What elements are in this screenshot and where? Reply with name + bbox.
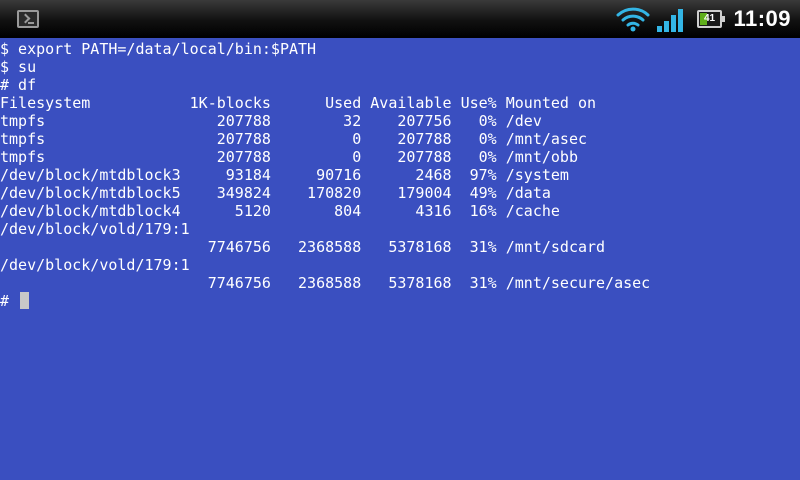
- terminal-line: 7746756 2368588 5378168 31% /mnt/secure/…: [0, 274, 651, 292]
- battery-level: 41: [703, 13, 716, 24]
- clock: 11:09: [733, 6, 791, 31]
- wifi-icon: [616, 7, 650, 32]
- terminal-line: tmpfs 207788 0 207788 0% /mnt/obb: [0, 148, 578, 166]
- terminal-line: tmpfs 207788 32 207756 0% /dev: [0, 112, 542, 130]
- text-cursor: [20, 292, 30, 309]
- terminal-line: Filesystem 1K-blocks Used Available Use%…: [0, 94, 597, 112]
- terminal-line: $ export PATH=/data/local/bin:$PATH: [0, 40, 317, 58]
- terminal-output[interactable]: $ export PATH=/data/local/bin:$PATH $ su…: [0, 40, 800, 480]
- signal-icon: [657, 9, 683, 32]
- terminal-line: # df: [0, 76, 37, 94]
- terminal-icon[interactable]: [17, 10, 39, 28]
- terminal-line: /dev/block/vold/179:1: [0, 256, 190, 274]
- battery-icon: 41: [697, 10, 725, 28]
- prompt: #: [0, 292, 19, 310]
- terminal-line: /dev/block/mtdblock3 93184 90716 2468 97…: [0, 166, 569, 184]
- status-bar: 41 11:09: [0, 0, 800, 38]
- terminal-line: 7746756 2368588 5378168 31% /mnt/sdcard: [0, 238, 606, 256]
- terminal-line: /dev/block/mtdblock4 5120 804 4316 16% /…: [0, 202, 560, 220]
- terminal-line: tmpfs 207788 0 207788 0% /mnt/asec: [0, 130, 587, 148]
- terminal-line: /dev/block/vold/179:1: [0, 220, 190, 238]
- terminal-line: /dev/block/mtdblock5 349824 170820 17900…: [0, 184, 551, 202]
- terminal-line: $ su: [0, 58, 37, 76]
- prompt-line[interactable]: #: [0, 292, 800, 310]
